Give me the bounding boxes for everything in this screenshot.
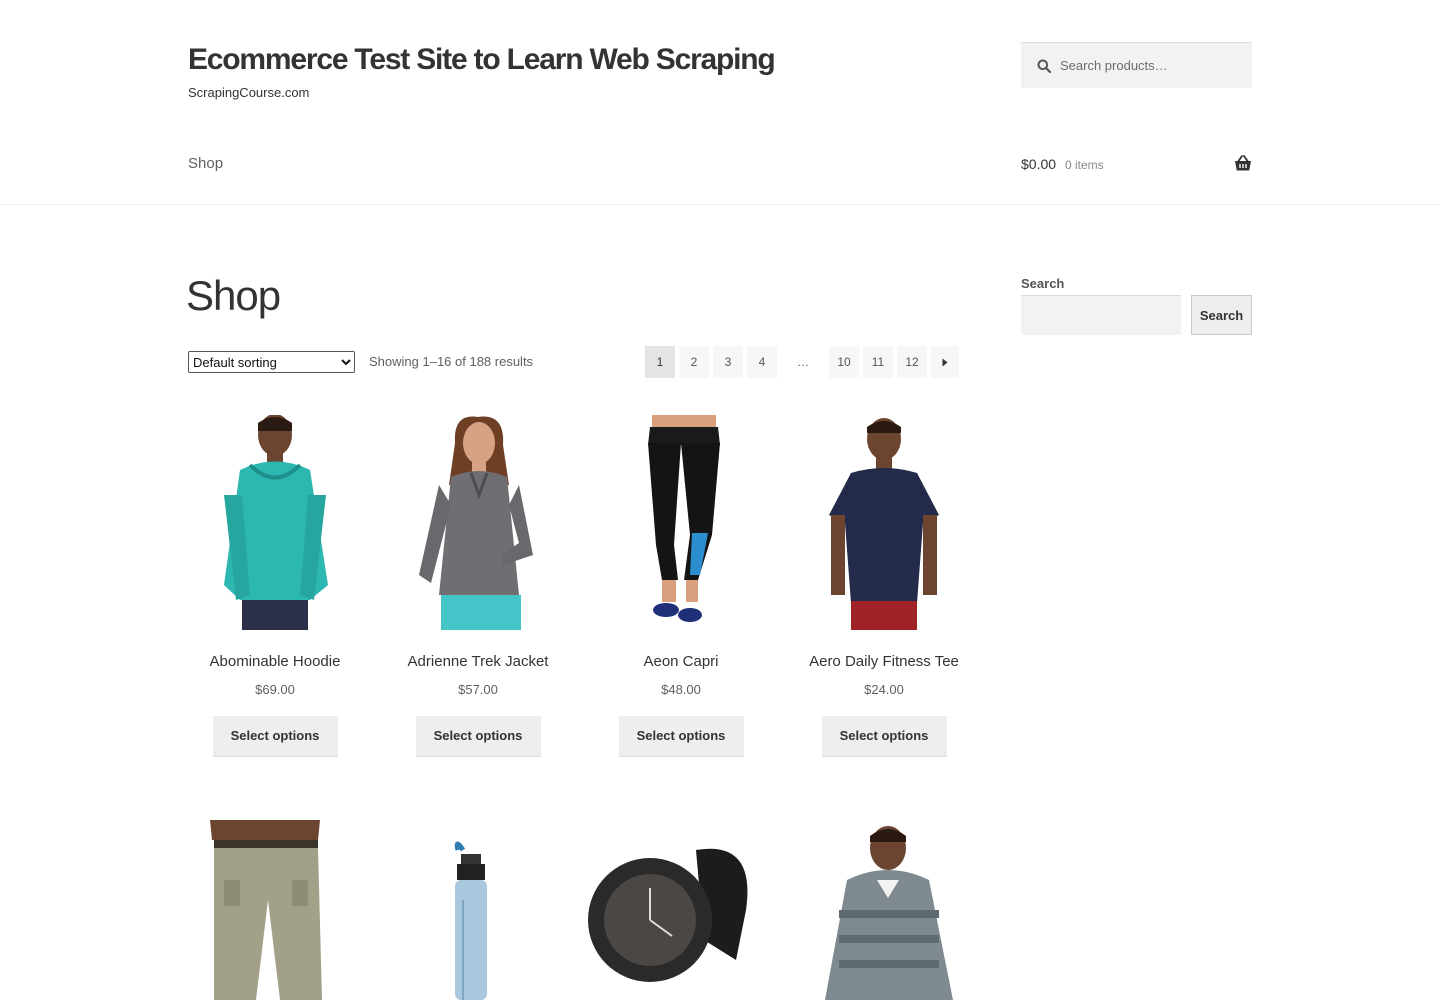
caret-right-icon xyxy=(942,358,948,366)
page-dots: … xyxy=(797,355,809,369)
product-card: Abominable Hoodie $69.00 Select options xyxy=(180,415,370,756)
site-tagline: ScrapingCourse.com xyxy=(188,85,310,100)
select-options-button[interactable]: Select options xyxy=(415,716,541,756)
product-card xyxy=(586,820,776,1000)
pagination: 1 2 3 4 … 10 11 12 xyxy=(645,346,959,378)
select-options-button[interactable]: Select options xyxy=(212,716,338,756)
select-options-button[interactable]: Select options xyxy=(821,716,947,756)
page-number-current: 1 xyxy=(645,346,675,378)
product-image[interactable] xyxy=(789,820,979,1000)
site-title[interactable]: Ecommerce Test Site to Learn Web Scrapin… xyxy=(188,43,776,77)
product-card xyxy=(383,820,573,1000)
product-name[interactable]: Aeon Capri xyxy=(586,653,776,670)
product-card: Adrienne Trek Jacket $57.00 Select optio… xyxy=(383,415,573,756)
product-card xyxy=(789,820,979,1000)
product-image[interactable] xyxy=(586,820,776,1000)
product-card: Aeon Capri $48.00 Select options xyxy=(586,415,776,756)
product-image[interactable] xyxy=(180,415,370,630)
search-icon xyxy=(1037,59,1051,73)
product-name[interactable]: Abominable Hoodie xyxy=(180,653,370,670)
basket-icon[interactable] xyxy=(1234,155,1252,172)
page-number[interactable]: 3 xyxy=(713,346,743,378)
product-price: $48.00 xyxy=(661,682,701,697)
select-options-button[interactable]: Select options xyxy=(618,716,744,756)
product-name[interactable]: Adrienne Trek Jacket xyxy=(383,653,573,670)
sidebar-search-input[interactable] xyxy=(1021,295,1181,335)
header-search-box[interactable] xyxy=(1021,42,1252,88)
nav-item-shop[interactable]: Shop xyxy=(188,155,223,172)
sidebar-search-label: Search xyxy=(1021,276,1065,291)
page-title: Shop xyxy=(186,272,281,319)
product-image[interactable] xyxy=(180,820,370,1000)
product-name[interactable]: Aero Daily Fitness Tee xyxy=(789,653,979,670)
next-page-button[interactable] xyxy=(931,346,959,378)
product-price: $69.00 xyxy=(255,682,295,697)
product-card: Aero Daily Fitness Tee $24.00 Select opt… xyxy=(789,415,979,756)
product-image[interactable] xyxy=(789,415,979,630)
page-number[interactable]: 2 xyxy=(679,346,709,378)
cart-count[interactable]: 0 items xyxy=(1065,158,1104,172)
product-image[interactable] xyxy=(383,820,573,1000)
page-number[interactable]: 4 xyxy=(747,346,777,378)
site-header: Ecommerce Test Site to Learn Web Scrapin… xyxy=(0,0,1440,205)
product-price: $57.00 xyxy=(458,682,498,697)
sidebar-search-button[interactable]: Search xyxy=(1191,295,1252,335)
product-image[interactable] xyxy=(586,415,776,630)
header-search-input[interactable] xyxy=(1060,58,1240,73)
sort-select[interactable]: Default sorting xyxy=(188,351,355,373)
result-count: Showing 1–16 of 188 results xyxy=(369,354,534,369)
page-number[interactable]: 10 xyxy=(829,346,859,378)
page-number[interactable]: 12 xyxy=(897,346,927,378)
cart-total[interactable]: $0.00 xyxy=(1021,156,1056,172)
product-image[interactable] xyxy=(383,415,573,630)
product-price: $24.00 xyxy=(864,682,904,697)
page-number[interactable]: 11 xyxy=(863,346,893,378)
product-card xyxy=(180,820,370,1000)
